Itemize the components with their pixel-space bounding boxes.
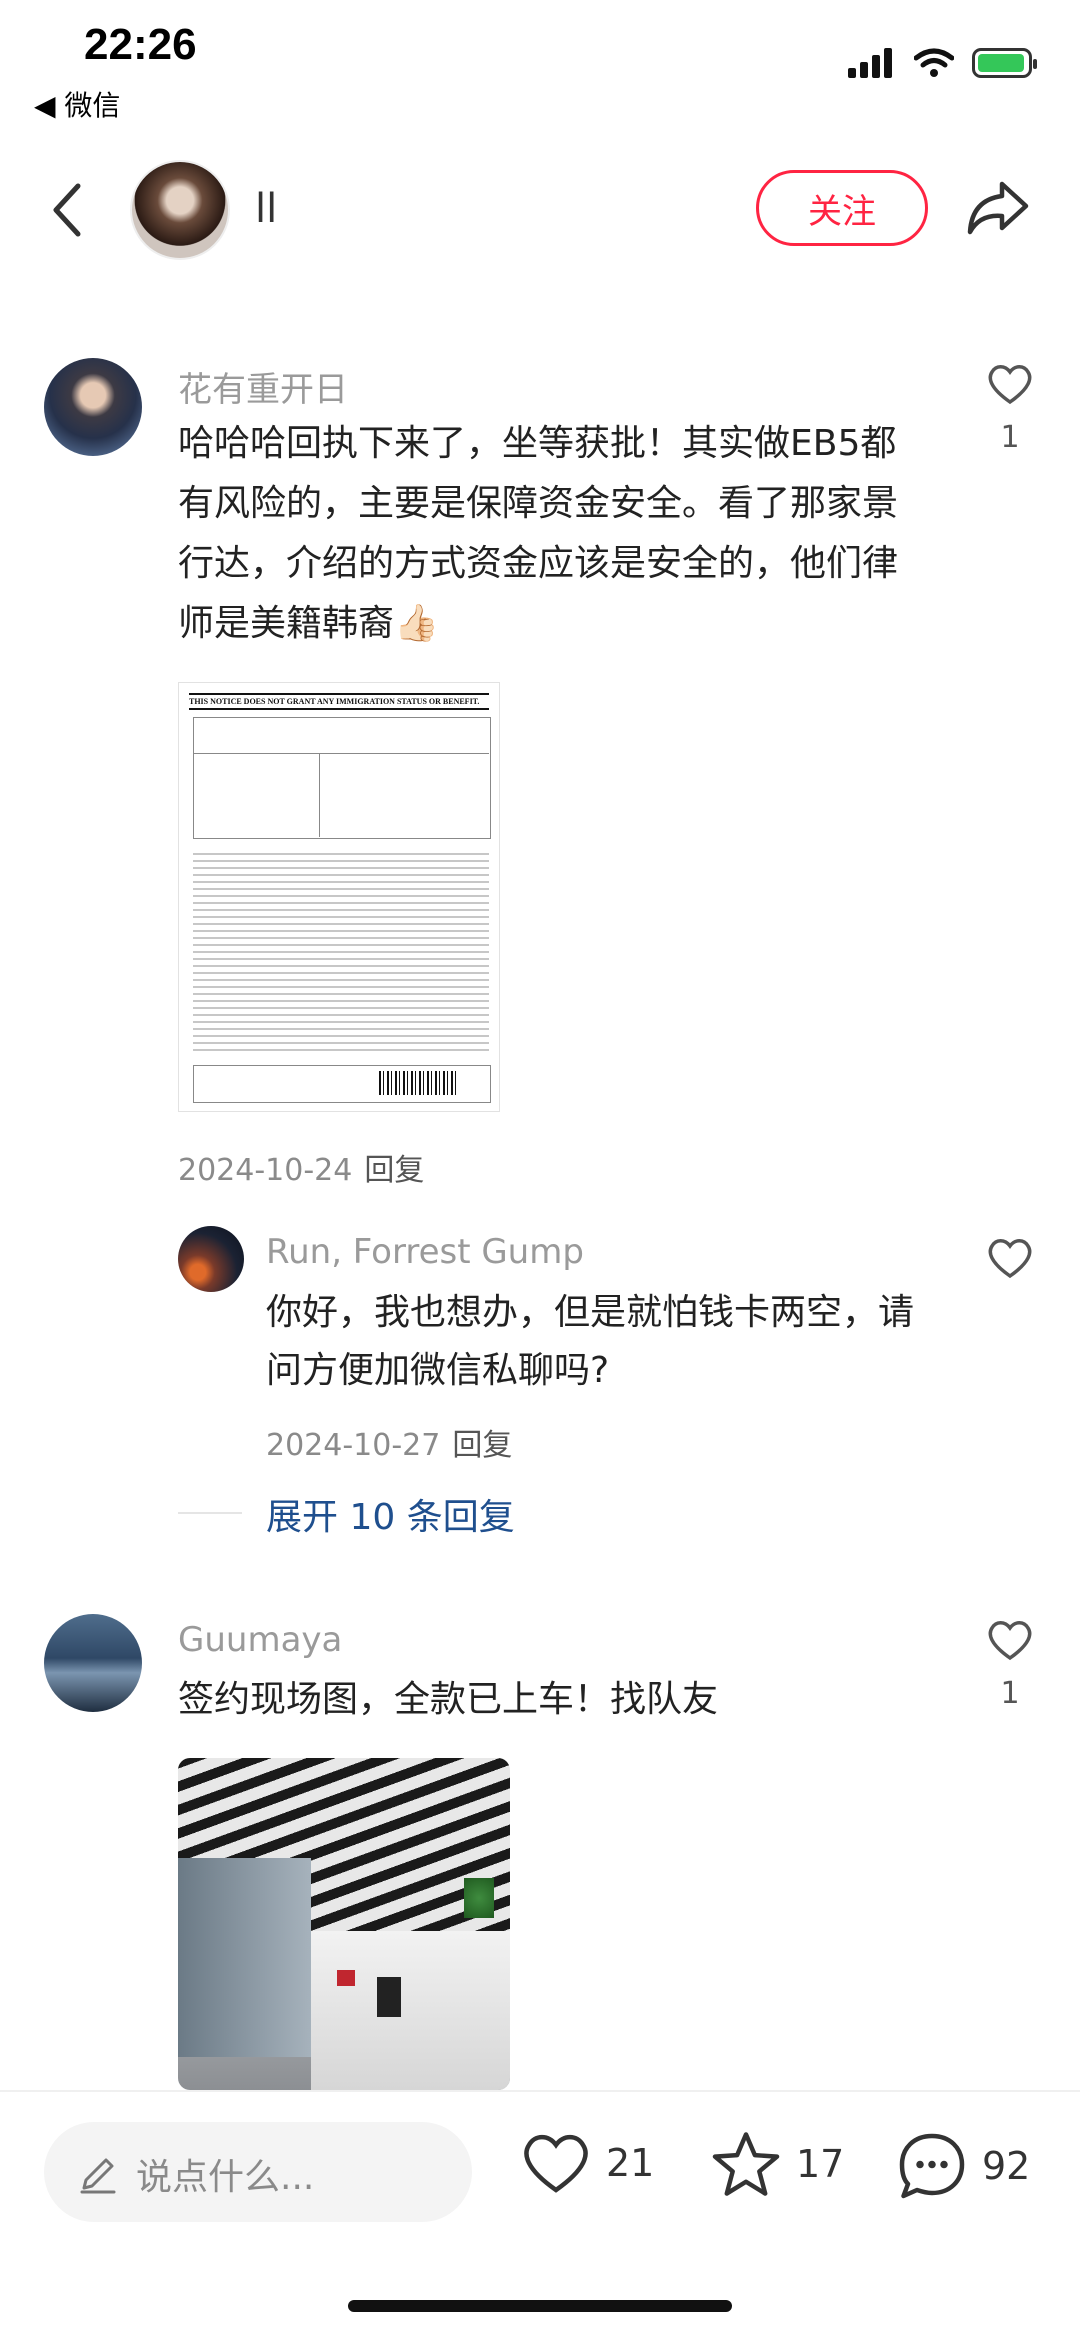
favorite-count: 17 <box>796 2142 845 2186</box>
status-icons <box>848 48 1037 78</box>
reply-button[interactable]: 回复 <box>364 1153 424 1188</box>
battery-icon <box>972 48 1037 78</box>
star-icon <box>712 2132 780 2196</box>
status-bar: 22:26 ◀ 微信 <box>0 0 1080 122</box>
commenter-avatar[interactable] <box>44 1614 142 1712</box>
reply-reply-button[interactable]: 回复 <box>452 1428 512 1463</box>
reply-date: 2024-10-27 <box>266 1428 441 1463</box>
top-nav: ll 关注 <box>0 150 1080 270</box>
comment-input[interactable]: 说点什么... <box>44 2122 472 2222</box>
signing-site-photo[interactable] <box>178 1758 510 2090</box>
heart-icon <box>524 2134 588 2193</box>
follow-button[interactable]: 关注 <box>756 170 928 246</box>
share-icon[interactable] <box>966 178 1030 238</box>
commenter-name[interactable]: Guumaya <box>178 1620 342 1660</box>
comment-date: 2024-10-24 <box>178 1153 353 1188</box>
commenter-name[interactable]: 花有重开日 <box>178 362 348 411</box>
comment-like-count: 1 <box>1000 420 1020 455</box>
status-time: 22:26 <box>84 20 197 69</box>
back-icon[interactable] <box>48 180 88 240</box>
reply-text: 你好，我也想办，但是就怕钱卡两空，请问方便加微信私聊吗? <box>266 1292 915 1391</box>
pen-icon <box>80 2158 116 2194</box>
comment-meta: 2024-10-24 回复 <box>178 1145 424 1189</box>
reply-avatar[interactable] <box>178 1226 244 1292</box>
comment-like-count: 1 <box>1000 1676 1020 1711</box>
commenter-avatar[interactable] <box>44 358 142 456</box>
favorite-button[interactable]: 17 <box>710 2130 844 2198</box>
comment-like-button[interactable]: 1 <box>980 1618 1040 1711</box>
receipt-notice-image[interactable]: THIS NOTICE DOES NOT GRANT ANY IMMIGRATI… <box>178 682 500 1112</box>
comment-button[interactable]: 92 <box>896 2130 1030 2202</box>
reply-author[interactable]: Run, Forrest Gump <box>266 1232 584 1272</box>
comment-count: 92 <box>982 2144 1031 2188</box>
like-count: 21 <box>606 2141 655 2185</box>
home-indicator[interactable] <box>348 2300 732 2312</box>
author-avatar[interactable] <box>130 160 230 260</box>
reply-like-button[interactable] <box>980 1236 1040 1280</box>
author-name[interactable]: ll <box>255 186 277 232</box>
reply-meta: 2024-10-27 回复 <box>266 1420 512 1464</box>
heart-icon <box>988 1239 1032 1279</box>
comment-like-button[interactable]: 1 <box>980 362 1040 455</box>
heart-icon <box>988 1621 1032 1661</box>
comment-input-placeholder: 说点什么... <box>136 2157 315 2198</box>
heart-icon <box>988 365 1032 405</box>
back-to-wechat-link[interactable]: ◀ 微信 <box>34 84 120 124</box>
notice-header-text: THIS NOTICE DOES NOT GRANT ANY IMMIGRATI… <box>189 693 489 710</box>
comment-text: 签约现场图，全款已上车！找队友 <box>178 1679 719 1720</box>
expand-divider <box>178 1512 242 1514</box>
like-button[interactable]: 21 <box>520 2130 654 2196</box>
wifi-icon <box>914 48 954 77</box>
expand-replies-link[interactable]: 展开 10 条回复 <box>266 1488 515 1540</box>
signal-icon <box>848 48 892 78</box>
chat-bubble-icon <box>899 2133 965 2199</box>
comment-text: 哈哈哈回执下来了，坐等获批！其实做EB5都有风险的，主要是保障资金安全。看了那家… <box>178 423 899 644</box>
